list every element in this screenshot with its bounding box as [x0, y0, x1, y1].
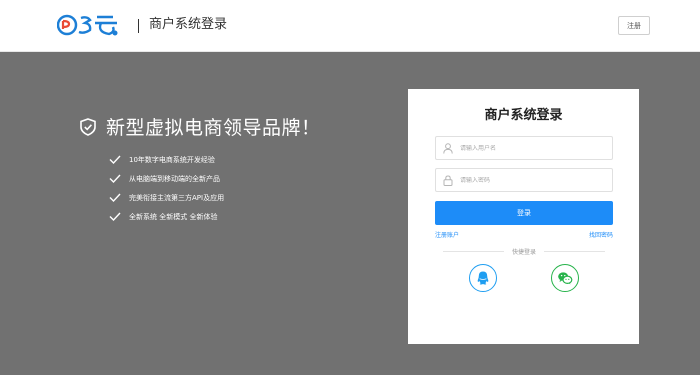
username-field[interactable]: [435, 136, 613, 160]
top-header: 商户系统登录 注册: [0, 0, 700, 52]
feature-item: 从电脑端到移动端的全新产品: [109, 169, 224, 188]
feature-text: 从电脑端到移动端的全新产品: [129, 174, 220, 183]
qq-login-button[interactable]: [469, 264, 497, 292]
page-title: 商户系统登录: [149, 17, 228, 32]
feature-list: 10年数字电商系统开发经验 从电脑端到移动端的全新产品 完美衔接主流第三方API…: [109, 150, 224, 226]
divider-line: [443, 250, 504, 252]
login-panel: 商户系统登录 登录 注册账户 找回密码 快捷登录: [408, 89, 639, 344]
wechat-icon: [558, 272, 573, 285]
login-title: 商户系统登录: [484, 108, 563, 123]
feature-text: 10年数字电商系统开发经验: [129, 155, 215, 164]
password-input[interactable]: [460, 176, 600, 184]
quick-login-label: 快捷登录: [512, 248, 537, 256]
lock-icon: [443, 174, 453, 186]
register-button[interactable]: 注册: [618, 16, 650, 35]
hero-slogan: 新型虚拟电商领导品牌！: [106, 117, 321, 139]
feature-item: 全新系统 全新模式 全新体验: [109, 207, 224, 226]
check-icon: [109, 193, 121, 202]
username-input[interactable]: [460, 144, 600, 152]
password-field[interactable]: [435, 168, 613, 192]
register-account-link[interactable]: 注册账户: [435, 230, 459, 239]
feature-text: 全新系统 全新模式 全新体验: [129, 212, 218, 221]
forgot-password-link[interactable]: 找回密码: [589, 230, 613, 239]
qq-icon: [477, 271, 489, 285]
wechat-login-button[interactable]: [551, 264, 579, 292]
login-button[interactable]: 登录: [435, 201, 613, 225]
shield-icon: [80, 118, 96, 136]
feature-text: 完美衔接主流第三方API及应用: [129, 193, 225, 202]
divider-line: [544, 250, 606, 252]
feature-item: 10年数字电商系统开发经验: [109, 150, 224, 169]
check-icon: [109, 155, 121, 164]
feature-item: 完美衔接主流第三方API及应用: [109, 188, 224, 207]
user-icon: [443, 142, 453, 154]
quick-login-divider: 快捷登录: [443, 246, 606, 256]
header-divider: [138, 19, 139, 33]
check-icon: [109, 212, 121, 221]
brand-logo[interactable]: [57, 12, 121, 38]
check-icon: [109, 174, 121, 183]
